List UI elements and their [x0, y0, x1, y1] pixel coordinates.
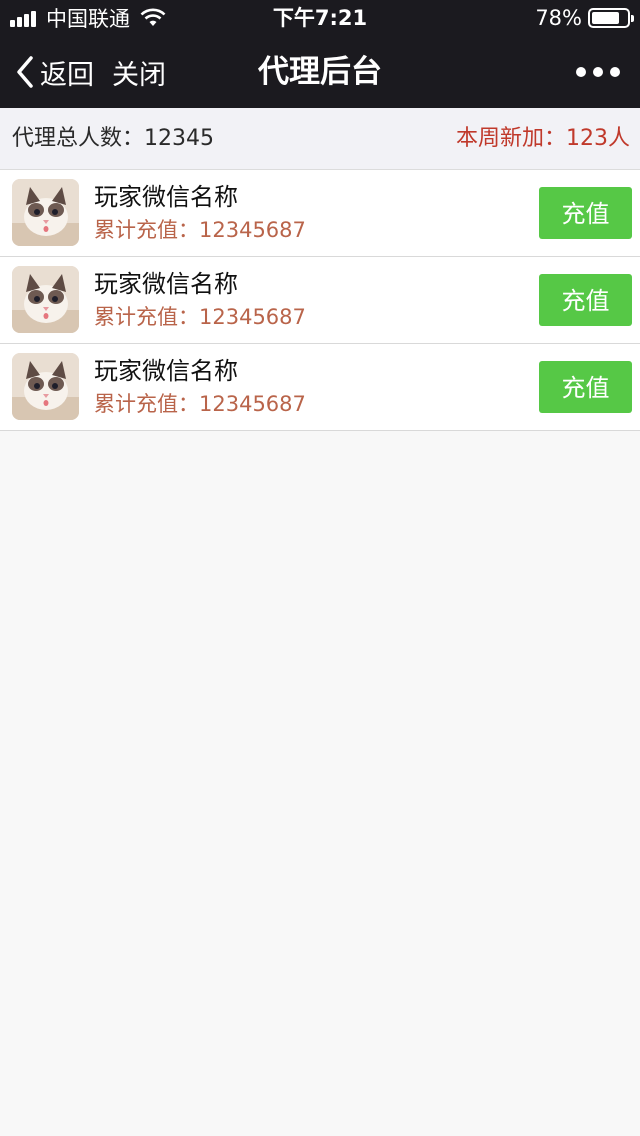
chevron-left-icon [17, 56, 33, 88]
cat-avatar-image [12, 266, 79, 333]
dot [610, 67, 620, 77]
total-agents-label: 代理总人数：12345 [12, 126, 214, 151]
recharge-button[interactable]: 充值 [539, 274, 632, 326]
more-dots-icon[interactable] [576, 36, 620, 108]
page-title: 代理后台 [258, 54, 382, 90]
list-item: 玩家微信名称 累计充值：12345687 充值 [0, 170, 640, 257]
dot [576, 67, 586, 77]
player-name: 玩家微信名称 [94, 270, 238, 298]
status-bar: 中国联通 下午7:21 78% [0, 0, 640, 36]
player-total-recharge: 累计充值：12345687 [94, 218, 306, 242]
battery-icon [588, 8, 634, 28]
list-item: 玩家微信名称 累计充值：12345687 充值 [0, 344, 640, 431]
player-name: 玩家微信名称 [94, 183, 238, 211]
cat-avatar-image [12, 179, 79, 246]
player-total-recharge: 累计充值：12345687 [94, 392, 306, 416]
player-list: 玩家微信名称 累计充值：12345687 充值 玩家微信名称 累计充值：1234… [0, 170, 640, 431]
player-name: 玩家微信名称 [94, 357, 238, 385]
list-item: 玩家微信名称 累计充值：12345687 充值 [0, 257, 640, 344]
battery-percent: 78% [535, 6, 582, 30]
recharge-button[interactable]: 充值 [539, 361, 632, 413]
close-button[interactable]: 关闭 [112, 36, 166, 108]
battery-tip [631, 15, 634, 22]
weekly-new-label: 本周新加：123人 [456, 126, 630, 151]
cat-avatar-image [12, 353, 79, 420]
avatar [12, 353, 79, 420]
dot [593, 67, 603, 77]
back-label: 返回 [40, 59, 94, 91]
back-button[interactable]: 返回 [14, 36, 94, 108]
avatar [12, 179, 79, 246]
player-total-recharge: 累计充值：12345687 [94, 305, 306, 329]
nav-bar: 返回 关闭 代理后台 [0, 36, 640, 108]
battery-fill [592, 12, 619, 24]
recharge-button[interactable]: 充值 [539, 187, 632, 239]
summary-bar: 代理总人数：12345 本周新加：123人 [0, 108, 640, 170]
avatar [12, 266, 79, 333]
status-right: 78% [535, 5, 634, 31]
